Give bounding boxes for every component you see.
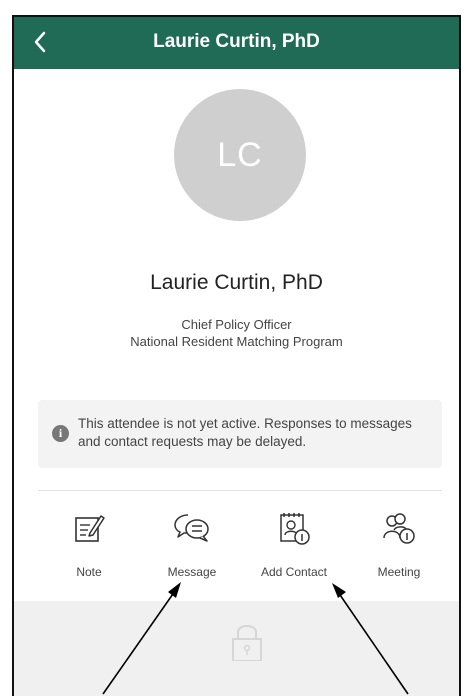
- message-label: Message: [167, 565, 217, 579]
- note-icon: [75, 515, 105, 542]
- add-contact-icon: [280, 513, 310, 545]
- locked-section: [14, 601, 459, 696]
- notice-text: This attendee is not yet active. Respons…: [78, 416, 412, 449]
- meeting-label: Meeting: [377, 565, 421, 579]
- attendee-organization: National Resident Matching Program: [130, 334, 343, 349]
- attendee-name: Laurie Curtin, PhD: [150, 271, 323, 294]
- message-icon: [174, 514, 209, 542]
- add-contact-label: Add Contact: [260, 565, 328, 579]
- note-button[interactable]: Note: [39, 501, 139, 593]
- header-bar: Laurie Curtin, PhD: [14, 17, 459, 69]
- attendee-position: Chief Policy Officer: [181, 317, 292, 332]
- divider: [38, 490, 442, 491]
- inactive-notice: i This attendee is not yet active. Respo…: [38, 400, 442, 468]
- avatar: LC: [174, 89, 306, 221]
- lock-icon: [232, 625, 262, 661]
- note-label: Note: [76, 565, 102, 579]
- meeting-button[interactable]: Meeting: [349, 501, 449, 593]
- phone-screen: Laurie Curtin, PhD LC Laurie Curtin, PhD…: [12, 15, 461, 696]
- message-button[interactable]: Message: [142, 501, 242, 593]
- info-icon: i: [52, 425, 69, 442]
- meeting-icon: [383, 513, 415, 544]
- page-title: Laurie Curtin, PhD: [153, 31, 320, 52]
- action-bar: Note Message Add Contact Meeting: [14, 501, 459, 593]
- add-contact-button[interactable]: Add Contact: [244, 501, 344, 593]
